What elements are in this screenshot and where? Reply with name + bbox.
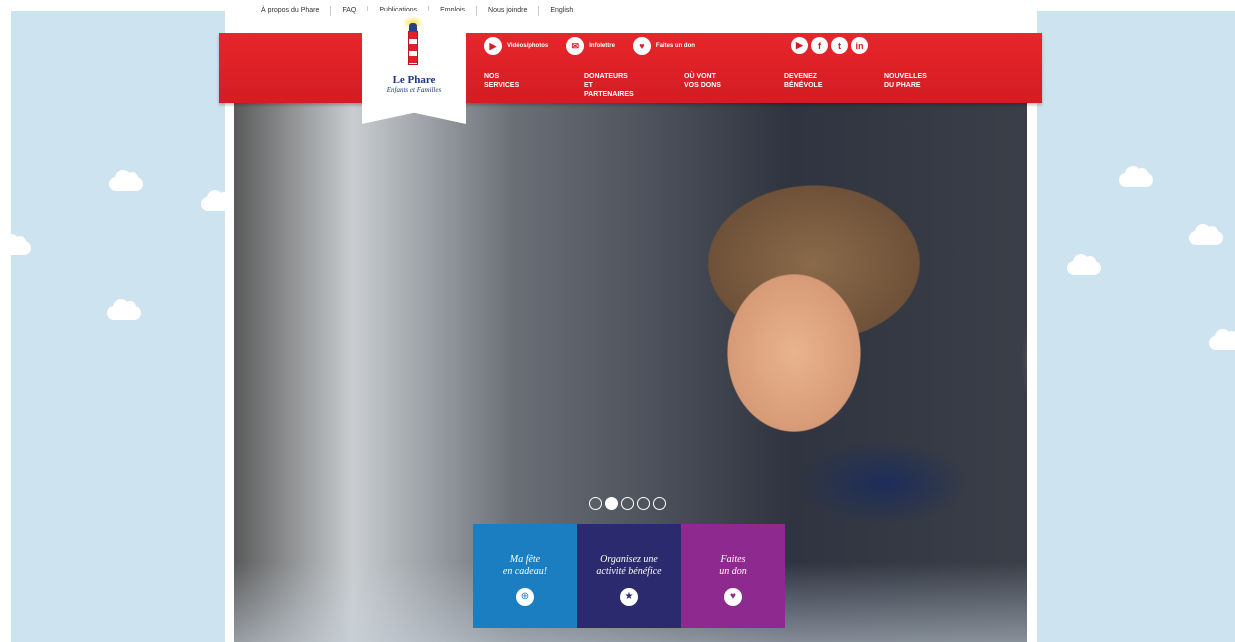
nav-services-line2: SERVICES — [484, 82, 520, 89]
cloud-decoration — [107, 299, 141, 320]
cloud-decoration — [109, 170, 143, 191]
cloud-decoration — [1119, 166, 1153, 187]
nav-donors-line1: DONATEURS — [584, 73, 628, 80]
nav-donations[interactable]: OÙ VONT VOS DONS — [684, 72, 744, 99]
videos-label: Vidéos/photos — [507, 43, 549, 49]
nav-donors[interactable]: DONATEURS ET PARTENAIRES — [584, 72, 644, 99]
slider-dot[interactable] — [621, 497, 634, 510]
newsletter-link[interactable]: ✉ Infolettre — [566, 37, 615, 55]
cta-birthday-line2: en cadeau! — [502, 566, 548, 577]
nav-news[interactable]: NOUVELLES DU PHARE — [884, 72, 944, 99]
newsletter-label: Infolettre — [589, 43, 615, 49]
cta-donate-line2: un don — [719, 566, 747, 577]
videos-link[interactable]: ▶ Vidéos/photos — [484, 37, 548, 55]
facebook-icon[interactable]: f — [811, 37, 828, 54]
sky-background-right — [1037, 11, 1235, 642]
cta-fundraiser[interactable]: Organisez une activité bénéfice ★ — [577, 524, 681, 628]
nav-donations-line2: VOS DONS — [684, 82, 721, 89]
cloud-decoration — [1067, 254, 1101, 275]
site-logo[interactable]: Le Phare Enfants et Familles — [362, 11, 466, 124]
slider-dot-active[interactable] — [605, 497, 618, 510]
youtube-icon[interactable]: ▶ — [791, 37, 808, 54]
sky-background-left — [11, 11, 225, 642]
cta-fundraiser-line2: activité bénéfice — [596, 566, 662, 577]
donate-label: Faites un don — [655, 43, 695, 49]
social-links: ▶ f t in — [791, 37, 871, 54]
cta-birthday-line1: Ma fête — [509, 554, 541, 565]
slider-dots — [589, 497, 669, 510]
play-icon: ▶ — [484, 37, 502, 55]
cta-donate-line1: Faites — [720, 554, 746, 565]
donate-link[interactable]: ♥ Faites un don — [632, 37, 695, 55]
slider-dot[interactable] — [589, 497, 602, 510]
slider-dot[interactable] — [637, 497, 650, 510]
top-nav-english[interactable]: English — [538, 6, 584, 16]
top-nav-contact[interactable]: Nous joindre — [476, 6, 538, 16]
nav-news-line2: DU PHARE — [884, 82, 921, 89]
cta-donate[interactable]: Faites un don ♥ — [681, 524, 785, 628]
header-bar: ▶ Vidéos/photos ✉ Infolettre ♥ Faites un… — [219, 33, 1042, 103]
cloud-decoration — [11, 234, 31, 255]
nav-services[interactable]: NOS SERVICES — [484, 72, 544, 99]
cloud-decoration — [1189, 224, 1223, 245]
nav-donors-line2: ET PARTENAIRES — [584, 82, 634, 98]
main-nav: NOS SERVICES DONATEURS ET PARTENAIRES OÙ V… — [484, 72, 984, 99]
top-nav-about[interactable]: À propos du Phare — [250, 6, 330, 16]
linkedin-icon[interactable]: in — [851, 37, 868, 54]
utility-links: ▶ Vidéos/photos ✉ Infolettre ♥ Faites un… — [484, 37, 713, 55]
star-icon: ★ — [620, 588, 638, 606]
heart-icon: ♥ — [724, 588, 742, 606]
nav-volunteer-line2: BÉNÉVOLE — [784, 82, 823, 89]
cta-fundraiser-line1: Organisez une — [600, 554, 658, 565]
logo-subtitle: Enfants et Familles — [386, 86, 442, 94]
nav-news-line1: NOUVELLES — [884, 73, 927, 80]
logo-title: Le Phare — [392, 74, 436, 86]
lighthouse-icon — [401, 15, 425, 65]
cloud-decoration — [201, 190, 225, 211]
heart-icon: ♥ — [632, 37, 651, 55]
mail-icon: ✉ — [566, 37, 585, 55]
nav-volunteer-line1: DEVENEZ — [784, 73, 818, 80]
nav-donations-line1: OÙ VONT — [684, 73, 716, 80]
top-nav-faq[interactable]: FAQ — [330, 6, 367, 16]
twitter-icon[interactable]: t — [831, 37, 848, 54]
cloud-decoration — [1209, 329, 1235, 350]
nav-services-line1: NOS — [484, 73, 500, 80]
slider-dot[interactable] — [653, 497, 666, 510]
nav-volunteer[interactable]: DEVENEZ BÉNÉVOLE — [784, 72, 844, 99]
cta-birthday[interactable]: Ma fête en cadeau! ⊕ — [473, 524, 577, 628]
gift-icon: ⊕ — [516, 588, 534, 606]
